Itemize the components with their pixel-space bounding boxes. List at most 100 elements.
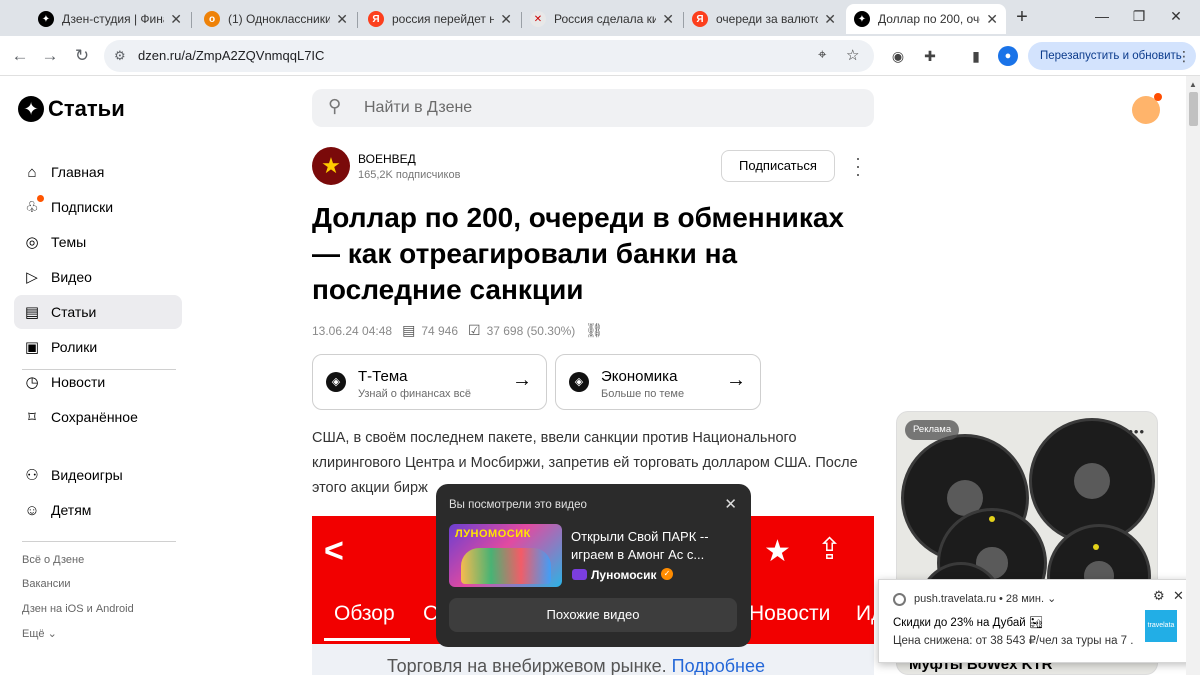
image-tab-news: Новости bbox=[749, 602, 831, 625]
sidebar-item[interactable]: ♧ Подписки bbox=[14, 190, 182, 224]
sidebar-item[interactable]: ⌂ Главная bbox=[14, 155, 182, 189]
compass-icon: ◎ bbox=[25, 234, 39, 251]
search-input[interactable]: ⚲ Найти в Дзене bbox=[312, 89, 874, 127]
ad-label: Реклама bbox=[905, 420, 960, 440]
profile-icon[interactable]: ● bbox=[998, 46, 1018, 66]
tab-close-icon[interactable]: ✕ bbox=[170, 11, 182, 28]
scrollbar-thumb[interactable] bbox=[1189, 92, 1198, 126]
sidebar-item[interactable]: ☺ Детям bbox=[14, 493, 182, 527]
browser-tab[interactable]: о (1) Одноклассники ✕ bbox=[196, 4, 356, 34]
dzen-icon: ✦ bbox=[38, 11, 54, 27]
image-bottom-text: Торговля на внебиржевом рынке. Подробнее bbox=[387, 656, 765, 675]
sidebar-item[interactable]: ⚇ Видеоигры bbox=[14, 458, 182, 492]
side-panel-icon[interactable]: ▮ bbox=[966, 46, 986, 66]
sidebar-item[interactable]: ◎ Темы bbox=[14, 225, 182, 259]
close-icon[interactable]: ✕ bbox=[724, 495, 737, 513]
site-info-icon[interactable]: ⚙ bbox=[114, 48, 126, 64]
tab-separator bbox=[357, 12, 358, 28]
logo-text: Статьи bbox=[48, 96, 125, 121]
topic-card-economy[interactable]: ◈ Экономика Больше по теме → bbox=[555, 354, 761, 410]
topic-card-t-tema[interactable]: ◈ Т-Тема Узнай о финансах всё → bbox=[312, 354, 547, 410]
minimize-icon[interactable]: — bbox=[1092, 8, 1112, 24]
link-icon[interactable]: ⛓ bbox=[585, 322, 603, 339]
more-label: Ещё bbox=[22, 628, 45, 640]
sidebar-item[interactable]: ▤ Статьи bbox=[14, 295, 182, 329]
sidebar-item[interactable]: ⌑ Сохранённое bbox=[14, 400, 182, 434]
scroll-up-icon[interactable]: ▲ bbox=[1189, 80, 1197, 89]
similar-videos-button[interactable]: Похожие видео bbox=[449, 598, 737, 632]
tab-close-icon[interactable]: ✕ bbox=[986, 11, 998, 28]
relaunch-button[interactable]: Перезапустить и обновить bbox=[1028, 42, 1196, 70]
sidebar-item-label: Детям bbox=[51, 502, 92, 518]
bottom-link: Подробнее bbox=[671, 656, 765, 675]
clips-icon: ▣ bbox=[24, 339, 40, 356]
notification-body: Цена снижена: от 38 543 ₽/чел за туры на… bbox=[893, 635, 1133, 647]
footer-link-jobs[interactable]: Вакансии bbox=[22, 578, 71, 590]
settings-icon[interactable]: ⚙ bbox=[1153, 588, 1165, 604]
video-thumbnail[interactable]: ЛУНОМОСИК bbox=[449, 524, 562, 587]
tab-close-icon[interactable]: ✕ bbox=[500, 11, 512, 28]
topic-name: Т-Тема bbox=[358, 368, 408, 385]
compass-icon: ◈ bbox=[569, 372, 589, 392]
close-icon[interactable]: ✕ bbox=[1173, 588, 1184, 604]
new-tab-button[interactable]: + bbox=[1010, 6, 1034, 30]
address-bar[interactable]: ⚙ dzen.ru/a/ZmpA2ZQVnmqqL7IC ⌖ ☆ bbox=[104, 40, 874, 72]
ad-image-part bbox=[1093, 544, 1099, 550]
sidebar-divider bbox=[22, 541, 176, 542]
sidebar-item-label: Ролики bbox=[51, 339, 98, 355]
articles-icon: ▤ bbox=[24, 304, 40, 321]
watched-video-popup: Вы посмотрели это видео ✕ ЛУНОМОСИК Откр… bbox=[436, 484, 751, 647]
push-notification[interactable]: push.travelata.ru • 28 мин. ⌄ ⚙ ✕ Скидки… bbox=[878, 579, 1198, 663]
forward-icon[interactable]: → bbox=[38, 44, 62, 68]
channel-name[interactable]: ВОЕНВЕД bbox=[358, 152, 416, 166]
channel-avatar[interactable]: ★ bbox=[312, 147, 350, 185]
dzen-logo[interactable]: ✦ Статьи bbox=[18, 96, 125, 122]
news-icon: ✕ bbox=[530, 11, 546, 27]
back-icon[interactable]: ← bbox=[8, 44, 32, 68]
browser-tab[interactable]: ✕ Россия сделала кита ✕ bbox=[522, 4, 682, 34]
footer-link-more[interactable]: Ещё ⌄ bbox=[22, 627, 57, 640]
tab-close-icon[interactable]: ✕ bbox=[336, 11, 348, 28]
notification-time: 28 мин. bbox=[1005, 593, 1045, 605]
sidebar-item[interactable]: ▣ Ролики bbox=[14, 330, 182, 364]
browser-tab[interactable]: Яроссия перейдет на ✕ bbox=[360, 4, 520, 34]
source-text: push.travelata.ru bbox=[914, 593, 996, 605]
video-channel[interactable]: Луномосик bbox=[591, 568, 656, 582]
arrow-right-icon: → bbox=[726, 369, 746, 391]
sidebar-item[interactable]: ◷ Новости bbox=[14, 365, 182, 399]
new-content-dot bbox=[37, 195, 44, 202]
browser-tab-strip: + — ❐ ✕ ✦ Дзен-студия | Финан ✕ о (1) Однокл… bbox=[0, 0, 1200, 36]
sidebar-item-label: Главная bbox=[51, 164, 105, 180]
search-placeholder: Найти в Дзене bbox=[364, 99, 473, 116]
reload-icon[interactable]: ↻ bbox=[70, 44, 94, 68]
thumbnail-title: ЛУНОМОСИК bbox=[455, 528, 531, 540]
article-date: 13.06.24 04:48 bbox=[312, 323, 393, 338]
location-icon[interactable]: ⌖ bbox=[818, 46, 826, 63]
close-window-icon[interactable]: ✕ bbox=[1166, 8, 1186, 25]
browser-tab[interactable]: ✦ Дзен-студия | Финан ✕ bbox=[30, 4, 190, 34]
footer-link-about[interactable]: Всё о Дзене bbox=[22, 554, 84, 566]
sidebar-item-label: Видеоигры bbox=[51, 467, 123, 483]
restore-icon[interactable]: ❐ bbox=[1129, 8, 1149, 25]
subscribe-button[interactable]: Подписаться bbox=[721, 150, 835, 182]
more-options-icon[interactable]: · · · bbox=[850, 149, 866, 183]
page-scrollbar[interactable] bbox=[1186, 76, 1200, 675]
image-bottom-bar: Торговля на внебиржевом рынке. Подробнее bbox=[312, 644, 874, 675]
sidebar-item-label: Сохранённое bbox=[51, 409, 138, 425]
puzzle-icon[interactable]: ✚ bbox=[920, 46, 940, 66]
ok-icon: о bbox=[204, 11, 220, 27]
more-options-icon[interactable]: ••• bbox=[1128, 424, 1145, 439]
browser-tab[interactable]: ✦ Доллар по 200, очере ✕ bbox=[846, 4, 1006, 34]
extension-icon[interactable]: ◉ bbox=[888, 46, 908, 66]
browser-tab[interactable]: Яочереди за валютой ✕ bbox=[684, 4, 844, 34]
footer-link-apps[interactable]: Дзен на iOS и Android bbox=[22, 603, 134, 615]
search-icon: ⚲ bbox=[328, 96, 342, 116]
compass-icon: ◈ bbox=[326, 372, 346, 392]
tab-close-icon[interactable]: ✕ bbox=[662, 11, 674, 28]
video-title[interactable]: Открыли Свой ПАРК -- играем в Амонг Ас с… bbox=[571, 528, 736, 564]
bookmark-star-icon[interactable]: ☆ bbox=[846, 46, 859, 64]
sidebar-item[interactable]: ▷ Видео bbox=[14, 260, 182, 294]
tab-close-icon[interactable]: ✕ bbox=[824, 11, 836, 28]
menu-icon[interactable]: ⋮ bbox=[1174, 46, 1194, 66]
views-icon: ▤ bbox=[402, 322, 416, 338]
